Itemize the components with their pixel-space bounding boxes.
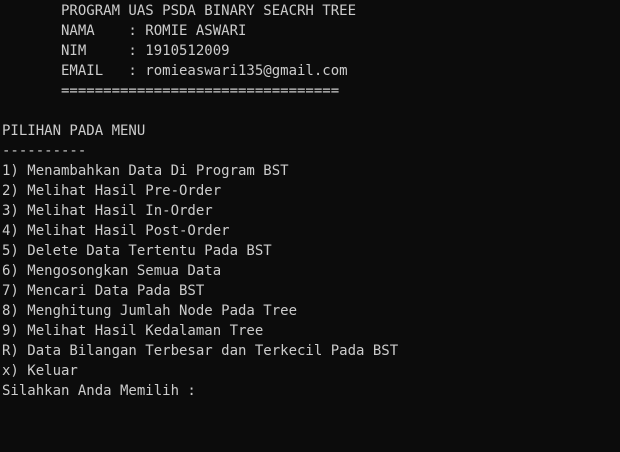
menu-item-3: 3) Melihat Hasil In-Order [2,203,213,219]
program-title: PROGRAM UAS PSDA BINARY SEACRH TREE [2,3,357,19]
menu-item-9: 9) Melihat Hasil Kedalaman Tree [2,323,264,339]
console-window[interactable]: PROGRAM UAS PSDA BINARY SEACRH TREE NAMA… [0,0,620,452]
menu-item-7: 7) Mencari Data Pada BST [2,283,205,299]
menu-item-4: 4) Melihat Hasil Post-Order [2,223,230,239]
email-line: EMAIL : romieaswari135@gmail.com [2,63,348,79]
menu-item-1: 1) Menambahkan Data Di Program BST [2,163,289,179]
header-divider: ================================= [2,83,340,99]
name-line: NAMA : ROMIE ASWARI [2,23,247,39]
input-prompt[interactable]: Silahkan Anda Memilih : [2,381,204,401]
menu-heading: PILIHAN PADA MENU [2,123,146,139]
menu-item-2: 2) Melihat Hasil Pre-Order [2,183,222,199]
menu-item-8: 8) Menghitung Jumlah Node Pada Tree [2,303,298,319]
menu-heading-underline: ---------- [2,143,87,159]
menu-item-6: 6) Mengosongkan Semua Data [2,263,222,279]
menu-item-x: x) Keluar [2,363,78,379]
menu-item-5: 5) Delete Data Tertentu Pada BST [2,243,272,259]
menu-item-r: R) Data Bilangan Terbesar dan Terkecil P… [2,343,399,359]
nim-line: NIM : 1910512009 [2,43,230,59]
